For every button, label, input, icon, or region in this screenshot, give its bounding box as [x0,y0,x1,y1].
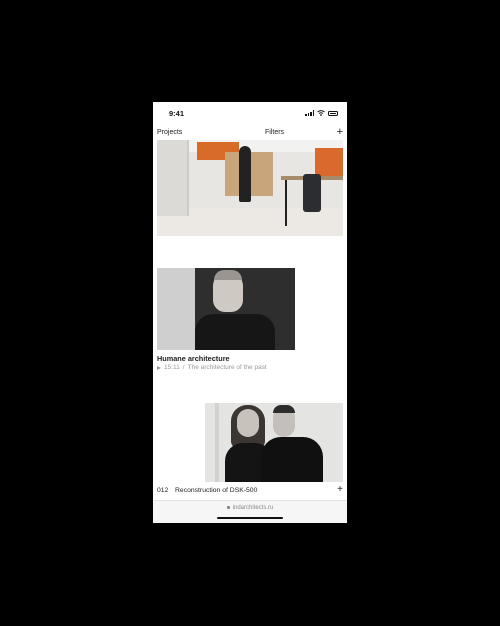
video-meta: 15:11 / The architecture of the past [157,364,267,371]
video-title[interactable]: Humane architecture [157,354,230,363]
duo-portrait-photo[interactable] [205,403,343,482]
plus-icon[interactable]: + [337,126,343,138]
meta-separator: / [182,364,185,371]
nav-projects-link[interactable]: Projects [157,129,182,136]
status-icons [305,110,338,116]
office-photo[interactable] [157,140,343,236]
phone-screen: 9:41 Projects Filters + Humane architect… [153,102,347,523]
project-row[interactable]: 012 Reconstruction of DSK-500 + [153,484,347,498]
wifi-icon [317,110,325,116]
top-nav: Projects Filters + [153,126,347,140]
nav-filters-button[interactable]: Filters [265,129,284,136]
portrait-photo[interactable] [157,268,295,350]
status-time: 9:41 [169,108,185,118]
url-text: indarchitects.ru [232,505,274,511]
signal-icon [305,110,314,116]
url-field[interactable]: indarchitects.ru [153,505,347,511]
lock-icon [226,505,230,509]
browser-bar: indarchitects.ru [153,500,347,523]
battery-icon [328,110,338,116]
project-title[interactable]: Reconstruction of DSK-500 [175,487,257,494]
video-duration: 15:11 [164,364,180,371]
video-subtitle: The architecture of the past [187,364,267,371]
play-icon[interactable] [157,365,161,370]
plus-icon[interactable]: + [337,484,343,496]
status-bar: 9:41 [153,102,347,124]
home-indicator[interactable] [217,517,283,519]
project-number: 012 [157,487,169,494]
